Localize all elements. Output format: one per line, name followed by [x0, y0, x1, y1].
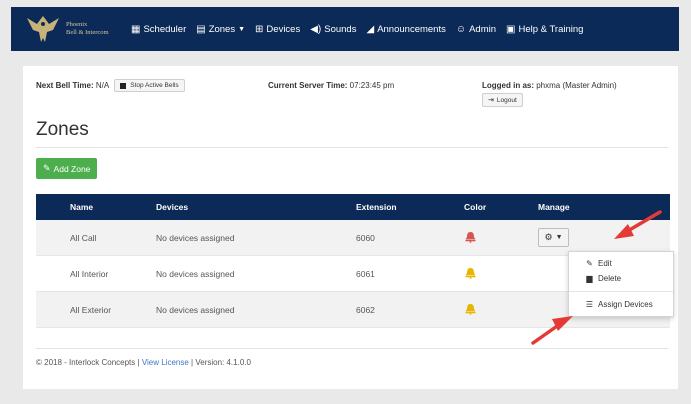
table-header: Name Devices Extension Color Manage — [36, 194, 670, 220]
zone-devices: No devices assigned — [156, 268, 235, 279]
nav-scheduler[interactable]: ▦ Scheduler — [131, 24, 186, 35]
zone-color — [464, 267, 538, 281]
nav-admin[interactable]: ☺ Admin — [456, 24, 496, 35]
trash-icon: ▆ — [586, 274, 593, 283]
zone-extension: 6062 — [356, 304, 375, 315]
list-icon: ☰ — [585, 300, 594, 309]
server-time-value: 07:23:45 pm — [349, 81, 395, 90]
header-name: Name — [70, 202, 94, 212]
help-icon: ▣ — [506, 23, 516, 35]
page-title: Zones — [36, 119, 89, 140]
bell-icon — [465, 267, 476, 279]
zones-icon: ▤ — [196, 23, 206, 35]
menu-item-edit-label: Edit — [598, 259, 612, 268]
brand-logo-link[interactable]: Phoenix Bell & Intercom — [11, 7, 131, 51]
server-time-info: Current Server Time: 07:23:45 pm — [268, 81, 394, 90]
manage-dropdown-menu: ✎ Edit ▆ Delete ☰ Assign Devices — [568, 251, 674, 317]
footer-version: | Version: 4.1.0.0 — [191, 358, 251, 367]
footer: © 2018 - Interlock Concepts | View Licen… — [36, 358, 251, 367]
nav-admin-label: Admin — [469, 23, 497, 35]
next-bell-label: Next Bell Time: — [36, 81, 94, 90]
view-license-link[interactable]: View License — [142, 358, 189, 367]
zone-name: All Interior — [70, 268, 109, 279]
phoenix-logo-icon — [27, 16, 59, 42]
manage-gear-button[interactable]: ⚙ ▼ — [538, 228, 569, 247]
header-manage: Manage — [538, 202, 570, 212]
menu-item-delete[interactable]: ▆ Delete — [569, 271, 673, 286]
bell-icon — [465, 231, 476, 243]
edit-icon: ✎ — [43, 163, 51, 173]
megaphone-icon: ◢ — [366, 23, 375, 35]
header-extension: Extension — [356, 202, 397, 212]
brand-name: Phoenix — [66, 21, 88, 28]
add-zone-label: Add Zone — [53, 163, 91, 174]
stop-icon — [120, 82, 127, 89]
nav-help[interactable]: ▣ Help & Training — [506, 24, 583, 35]
login-info: Logged in as: phxma (Master Admin) ⇥ Log… — [482, 81, 617, 107]
footer-divider — [36, 348, 668, 349]
sign-out-icon: ⇥ — [488, 97, 494, 104]
zone-devices: No devices assigned — [156, 304, 235, 315]
menu-item-assign-devices[interactable]: ☰ Assign Devices — [569, 297, 673, 312]
zone-color — [464, 303, 538, 317]
stop-active-bells-label: Stop Active Bells — [130, 82, 179, 89]
speaker-icon: ◀) — [310, 23, 322, 35]
logout-button[interactable]: ⇥ Logout — [482, 93, 523, 107]
menu-item-assign-label: Assign Devices — [598, 300, 653, 309]
next-bell-info: Next Bell Time: N/A Stop Active Bells — [36, 79, 185, 92]
zone-extension: 6060 — [356, 232, 375, 243]
zone-color — [464, 231, 538, 245]
nav-announcements-label: Announcements — [377, 23, 446, 35]
footer-copyright: © 2018 - Interlock Concepts | — [36, 358, 140, 367]
menu-item-edit[interactable]: ✎ Edit — [569, 256, 673, 271]
nav-announcements[interactable]: ◢ Announcements — [366, 24, 445, 35]
chevron-down-icon: ▼ — [238, 25, 246, 33]
title-divider — [36, 147, 668, 148]
chevron-down-icon: ▼ — [555, 234, 563, 241]
bell-icon — [465, 303, 476, 315]
nav-devices-label: Devices — [266, 23, 301, 35]
zone-extension: 6061 — [356, 268, 375, 279]
top-navbar: Phoenix Bell & Intercom ▦ Scheduler ▤ Zo… — [11, 7, 679, 51]
content-panel: Next Bell Time: N/A Stop Active Bells Cu… — [23, 66, 678, 389]
header-devices: Devices — [156, 202, 189, 212]
add-zone-button[interactable]: ✎ Add Zone — [36, 158, 98, 179]
nav-zones[interactable]: ▤ Zones ▼ — [196, 24, 245, 35]
devices-icon: ⊞ — [255, 23, 264, 35]
zone-name: All Exterior — [70, 304, 112, 315]
users-icon: ☺ — [455, 23, 467, 35]
nav-sounds-label: Sounds — [324, 23, 357, 35]
menu-item-delete-label: Delete — [598, 274, 622, 283]
nav-zones-label: Zones — [208, 23, 236, 35]
header-color: Color — [464, 202, 487, 212]
zone-name: All Call — [70, 232, 97, 243]
status-bar: Next Bell Time: N/A Stop Active Bells Cu… — [36, 75, 666, 111]
zone-devices: No devices assigned — [156, 232, 235, 243]
brand-tagline: Bell & Intercom — [66, 29, 109, 36]
logout-label: Logout — [496, 96, 517, 104]
next-bell-value: N/A — [95, 81, 110, 90]
nav-devices[interactable]: ⊞ Devices — [255, 24, 300, 35]
gear-icon: ⚙ — [544, 232, 553, 242]
stop-active-bells-button[interactable]: Stop Active Bells — [114, 79, 185, 92]
logged-in-label: Logged in as: — [482, 81, 534, 90]
pencil-icon: ✎ — [586, 259, 593, 268]
server-time-label: Current Server Time: — [268, 81, 348, 90]
calendar-icon: ▦ — [131, 23, 141, 35]
main-nav: ▦ Scheduler ▤ Zones ▼ ⊞ Devices ◀) Sound… — [131, 7, 593, 51]
menu-divider — [569, 291, 673, 292]
nav-sounds[interactable]: ◀) Sounds — [310, 24, 356, 35]
logged-in-user: phxma (Master Admin) — [536, 81, 617, 90]
nav-help-label: Help & Training — [518, 23, 584, 35]
nav-scheduler-label: Scheduler — [143, 23, 187, 35]
